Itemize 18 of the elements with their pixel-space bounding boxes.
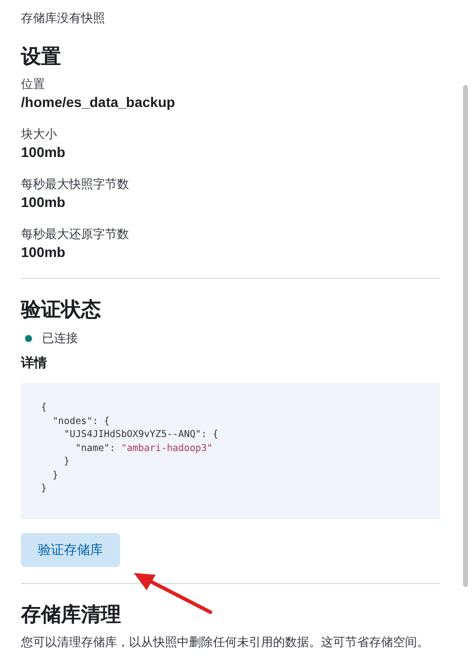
verify-button[interactable]: 验证存储库 <box>21 533 120 567</box>
field-label: 每秒最大快照字节数 <box>21 176 130 192</box>
details-label: 详情 <box>21 354 48 372</box>
status-text: 已连接 <box>42 330 78 347</box>
field-label: 块大小 <box>21 126 58 142</box>
section-title: 存储库清理 <box>21 602 122 628</box>
snapshot-note: 存储库没有快照 <box>21 10 106 26</box>
field-value: 100mb <box>21 193 66 212</box>
field-value: /home/es_data_backup <box>21 93 176 112</box>
cleanup-description: 您可以清理存储库，以从快照中删除任何未引用的数据。这可节省存储空间。 <box>21 634 430 650</box>
field-label: 位置 <box>21 76 46 92</box>
field-value: 100mb <box>21 143 66 162</box>
field-value: 100mb <box>21 243 66 262</box>
section-title: 验证状态 <box>21 298 102 323</box>
scrollbar-thumb[interactable] <box>463 85 468 587</box>
code-block: { "nodes": { "UJS4JIHdSbOX9vYZ5--ANQ": { "name": "ambari-hadoop3" } } } <box>21 383 440 519</box>
field-label: 每秒最大还原字节数 <box>21 226 130 242</box>
section-title: 设置 <box>21 45 62 70</box>
